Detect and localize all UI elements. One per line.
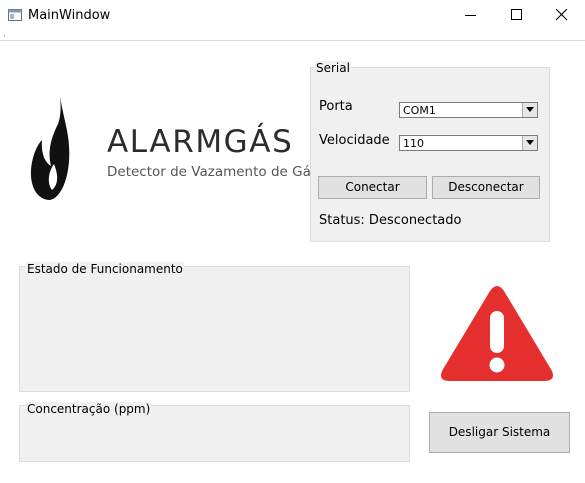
chevron-down-icon xyxy=(526,107,534,112)
speed-label: Velocidade xyxy=(319,133,390,148)
menu-bar-stub xyxy=(4,35,5,36)
brand-subtitle: Detector de Vazamento de Gás xyxy=(107,164,318,180)
window-title: MainWindow xyxy=(28,8,111,23)
title-bar: MainWindow xyxy=(0,0,585,32)
warning-triangle-icon xyxy=(438,285,556,388)
chevron-down-icon xyxy=(526,140,534,145)
minimize-icon xyxy=(465,15,476,16)
disconnect-button[interactable]: Desconectar xyxy=(432,176,540,199)
port-combobox[interactable]: COM1 xyxy=(399,102,538,118)
shutdown-system-button[interactable]: Desligar Sistema xyxy=(429,412,570,453)
maximize-icon xyxy=(511,9,522,20)
close-icon xyxy=(556,9,568,21)
speed-combobox-arrow[interactable] xyxy=(522,136,537,150)
flame-icon xyxy=(30,94,70,207)
speed-combobox[interactable]: 110 xyxy=(399,135,538,151)
close-button[interactable] xyxy=(539,0,585,30)
speed-combobox-value: 110 xyxy=(403,137,424,150)
app-window-icon xyxy=(8,8,22,21)
serial-groupbox-title: Serial xyxy=(315,61,351,75)
connect-button[interactable]: Conectar xyxy=(318,176,427,199)
port-combobox-arrow[interactable] xyxy=(522,103,537,117)
port-combobox-value: COM1 xyxy=(403,104,436,117)
estado-groupbox xyxy=(19,266,410,392)
maximize-button[interactable] xyxy=(494,0,540,30)
port-label: Porta xyxy=(319,99,353,114)
connection-status: Status: Desconectado xyxy=(319,213,462,228)
estado-groupbox-title: Estado de Funcionamento xyxy=(26,262,184,276)
concentracao-groupbox-title: Concentração (ppm) xyxy=(26,402,152,416)
brand-name: ALARMGÁS xyxy=(107,124,294,160)
minimize-button[interactable] xyxy=(448,0,494,30)
